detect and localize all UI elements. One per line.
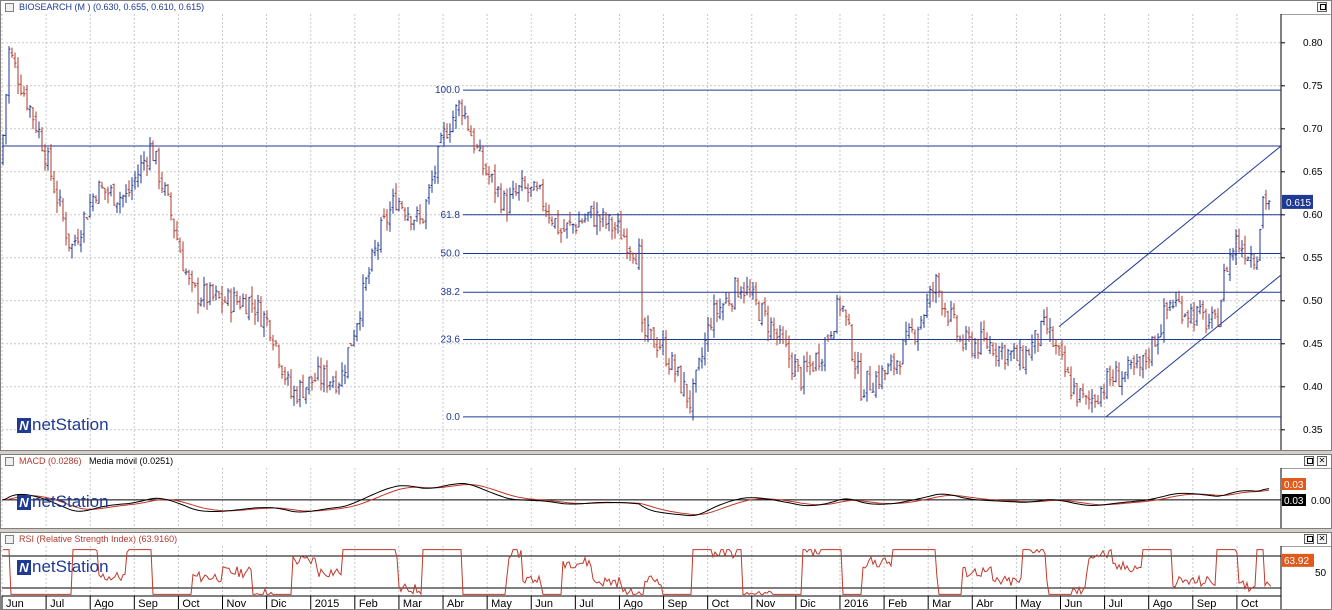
price-axis-tick-label: 0.50 — [1303, 296, 1323, 307]
month-tick-label: May — [491, 598, 512, 609]
month-tick-label: 2016 — [844, 598, 868, 609]
macd-panel-title: MACD (0.0286) Media móvil (0.0251) — [19, 456, 173, 466]
macd-chart[interactable]: 0.03 0.03 0.00 — [1, 468, 1331, 528]
panel-menu-icon[interactable] — [5, 457, 14, 466]
macd-panel-titlebar: MACD (0.0286) Media móvil (0.0251) — [1, 455, 1331, 469]
month-tick-label: Sep — [138, 598, 158, 609]
month-tick-label: Oct — [1241, 598, 1258, 609]
plot-area — [2, 14, 1281, 450]
instrument-name: BIOSEARCH (M ) — [19, 2, 91, 12]
price-axis-tick-label: 0.70 — [1303, 124, 1323, 135]
macd-axis-tick-label: 0.00 — [1311, 496, 1331, 507]
maximize-icon[interactable] — [1304, 534, 1314, 544]
panel-menu-icon[interactable] — [5, 535, 14, 544]
panel-window-buttons — [1304, 534, 1327, 544]
fib-level-label: 61.8 — [441, 210, 461, 221]
close-icon[interactable] — [1317, 456, 1327, 466]
price-axis-tick-label: 0.55 — [1303, 253, 1323, 264]
rsi-axis-tick-label: 50 — [1315, 568, 1327, 579]
month-tick-label: Ago — [1153, 598, 1173, 609]
macd-title: MACD (0.0286) — [19, 456, 82, 466]
price-panel-titlebar: BIOSEARCH (M ) (0.630, 0.655, 0.610, 0.6… — [1, 1, 1331, 15]
fib-level-label: 0.0 — [446, 412, 460, 423]
macd-value-label: 0.03 — [1284, 480, 1304, 491]
month-tick-label: Oct — [712, 598, 729, 609]
fib-level-label: 50.0 — [441, 249, 461, 260]
rsi-chart[interactable]: 63.92 50 Jun Jul Ago Sep Oct Nov Dic 2015 Feb Mar Ab… — [1, 546, 1331, 609]
month-tick-label: Ago — [94, 598, 114, 609]
price-axis-tick-label: 0.80 — [1303, 38, 1323, 49]
month-tick-label: Jun — [1064, 598, 1082, 609]
month-tick-label: Jul — [50, 598, 64, 609]
netstation-logo: NnetStation — [17, 415, 109, 435]
fib-level-label: 100.0 — [435, 85, 460, 96]
maximize-icon[interactable] — [1317, 2, 1327, 12]
rsi-panel-title: RSI (Relative Strength Index) (63.9160) — [19, 534, 177, 544]
month-tick-label: Sep — [1197, 598, 1217, 609]
signal-value-label: 0.03 — [1284, 496, 1304, 507]
price-axis-tick-label: 0.60 — [1303, 210, 1323, 221]
fib-level-label: 38.2 — [441, 287, 461, 298]
panel-window-buttons — [1304, 456, 1327, 466]
macd-plot-area — [2, 468, 1281, 528]
price-chart[interactable]: 0.80 0.75 0.70 0.65 0.60 0.55 0.50 0.45 0.40 0.35… — [1, 14, 1331, 450]
netstation-mark-icon: N — [17, 495, 31, 510]
netstation-logo-text: netStation — [32, 415, 109, 434]
netstation-mark-icon: N — [17, 418, 31, 433]
month-tick-label: 2015 — [315, 598, 339, 609]
close-icon[interactable] — [1317, 534, 1327, 544]
ohlc-values: (0.630, 0.655, 0.610, 0.615) — [93, 2, 205, 12]
month-tick-label: Feb — [359, 598, 378, 609]
netstation-logo-text: netStation — [32, 557, 109, 576]
price-panel: BIOSEARCH (M ) (0.630, 0.655, 0.610, 0.6… — [0, 0, 1332, 451]
price-axis-tick-label: 0.75 — [1303, 81, 1323, 92]
netstation-logo-text: netStation — [32, 492, 109, 511]
panel-window-buttons — [1317, 2, 1327, 12]
month-tick-label: Ago — [623, 598, 643, 609]
macd-panel: MACD (0.0286) Media móvil (0.0251) 0.030… — [0, 454, 1332, 529]
month-tick-label: Dic — [271, 598, 287, 609]
month-tick-label: Jul — [1109, 598, 1123, 609]
month-tick-label: Sep — [668, 598, 688, 609]
signal-title: Media móvil (0.0251) — [89, 456, 174, 466]
rsi-value-label: 63.92 — [1284, 556, 1309, 567]
month-tick-label: Mar — [403, 598, 422, 609]
price-axis-tick-label: 0.35 — [1303, 425, 1323, 436]
price-axis-tick-label: 0.45 — [1303, 339, 1323, 350]
month-tick-label: Abr — [976, 598, 993, 609]
month-tick-label: Jun — [6, 598, 24, 609]
netstation-mark-icon: N — [17, 560, 31, 575]
rsi-title: RSI (Relative Strength Index) (63.9160) — [19, 534, 178, 544]
month-tick-label: Feb — [888, 598, 907, 609]
price-axis-tick-label: 0.65 — [1303, 167, 1323, 178]
panel-menu-icon[interactable] — [5, 3, 14, 12]
month-tick-label: Jun — [535, 598, 553, 609]
month-tick-label: Nov — [227, 598, 247, 609]
month-tick-label: Dic — [800, 598, 816, 609]
netstation-logo: NnetStation — [17, 492, 109, 512]
fib-level-label: 23.6 — [441, 335, 461, 346]
last-price-label: 0.615 — [1286, 198, 1311, 209]
price-axis-tick-label: 0.40 — [1303, 382, 1323, 393]
rsi-panel: RSI (Relative Strength Index) (63.9160) … — [0, 532, 1332, 610]
price-panel-title: BIOSEARCH (M ) (0.630, 0.655, 0.610, 0.6… — [19, 2, 204, 12]
month-tick-label: Nov — [756, 598, 776, 609]
maximize-icon[interactable] — [1304, 456, 1314, 466]
month-tick-label: May — [1020, 598, 1041, 609]
month-tick-label: Mar — [932, 598, 951, 609]
month-tick-label: Jul — [579, 598, 593, 609]
month-tick-label: Abr — [447, 598, 464, 609]
month-tick-label: Oct — [182, 598, 199, 609]
rsi-panel-titlebar: RSI (Relative Strength Index) (63.9160) — [1, 533, 1331, 547]
netstation-logo: NnetStation — [17, 557, 109, 577]
